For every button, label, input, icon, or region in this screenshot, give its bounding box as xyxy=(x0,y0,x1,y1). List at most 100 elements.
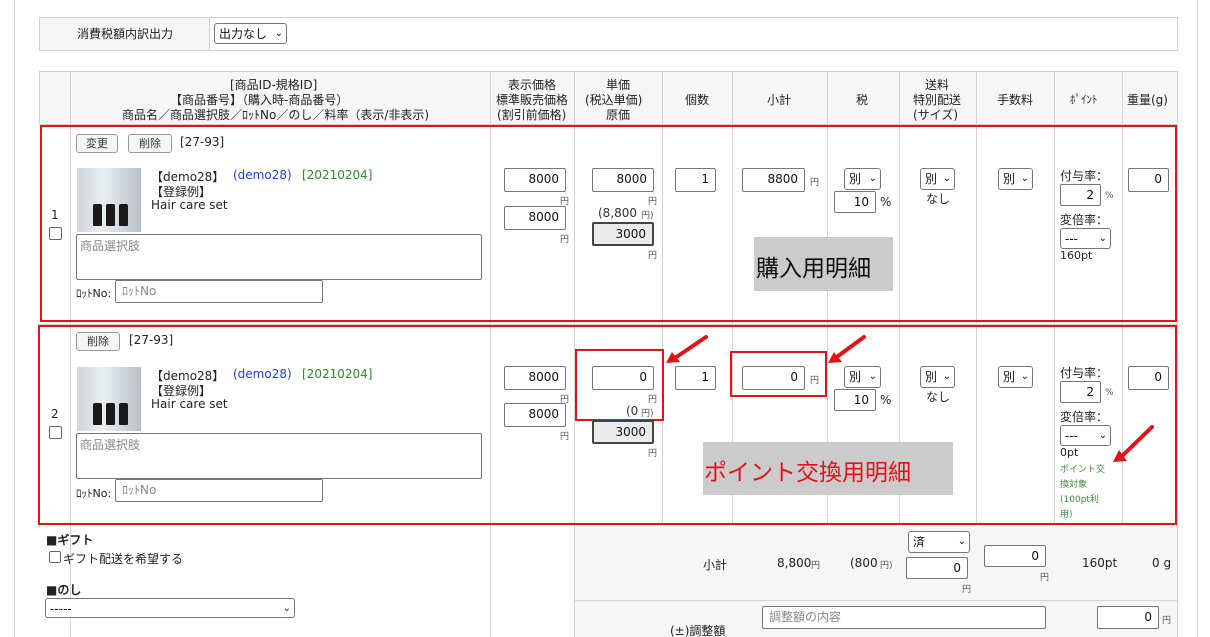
row2-note: 用) xyxy=(1060,510,1073,520)
row2-std-price[interactable]: 8000 xyxy=(504,403,566,427)
arrow-icon xyxy=(828,335,866,363)
row2-qty[interactable]: 1 xyxy=(675,366,716,390)
row2-name: Hair care set xyxy=(151,397,228,411)
row1-ship-select[interactable]: 別 ⌄ xyxy=(920,168,955,190)
row1-grant-pct: % xyxy=(1105,191,1114,201)
row1-code2: (demo28) xyxy=(233,168,292,182)
row2-subtotal[interactable]: 0 xyxy=(742,366,805,390)
tax-breakdown-select[interactable]: 出力なし ⌄ xyxy=(214,23,287,44)
summary-tax: (800 xyxy=(850,556,878,570)
noshi-select-value: ----- xyxy=(50,602,72,616)
row2-yen: 円 xyxy=(648,395,658,405)
summary-ship-input[interactable]: 0 xyxy=(906,557,968,579)
delete-button[interactable]: 削除 xyxy=(128,134,172,153)
chevron-down-icon: ⌄ xyxy=(942,173,951,184)
header-fee: 手数料 xyxy=(997,93,1034,107)
row1-yen: 円 xyxy=(648,251,658,261)
summary-ship-select-value: 済 xyxy=(913,535,926,549)
chevron-down-icon: ⌄ xyxy=(868,173,877,184)
row1-pct: % xyxy=(880,195,892,209)
chevron-down-icon: ⌄ xyxy=(868,371,877,382)
row2-option-textarea[interactable]: 商品選択肢 xyxy=(76,433,482,479)
row2-unit-price[interactable]: 0 xyxy=(592,366,654,390)
row2-weight[interactable]: 0 xyxy=(1128,366,1169,390)
header-subtotal: 小計 xyxy=(767,93,792,107)
gift-heading: ■ギフト xyxy=(46,533,94,547)
page-right-border xyxy=(1197,0,1198,637)
row2-checkbox[interactable] xyxy=(49,426,62,439)
row2-ship-select[interactable]: 別 ⌄ xyxy=(920,366,955,388)
row2-tax-incl: (0 xyxy=(626,404,639,418)
delete-button[interactable]: 削除 xyxy=(76,332,120,351)
row1-subtotal[interactable]: 8800 xyxy=(742,168,805,192)
header-tax: 税 xyxy=(856,93,869,107)
row-divider xyxy=(575,600,1177,601)
row2-tax-incl-yen: 円) xyxy=(641,409,654,419)
row1-lot-input[interactable]: ﾛｯﾄNo xyxy=(115,280,323,303)
row2-note: ポイント交 xyxy=(1060,465,1106,475)
tax-breakdown-label: 消費税額内訳出力 xyxy=(77,27,174,41)
page-left-border xyxy=(14,0,15,637)
gift-checkbox[interactable] xyxy=(49,551,61,563)
adjustment-label: (±)調整額 xyxy=(670,624,726,637)
row1-tax-incl-yen: 円) xyxy=(641,211,654,221)
row2-number: 2 xyxy=(51,407,59,421)
row2-ship-none: なし xyxy=(926,390,951,404)
adjustment-yen: 円 xyxy=(1162,616,1172,626)
row2-tax-select[interactable]: 別 ⌄ xyxy=(844,366,881,388)
chevron-down-icon: ⌄ xyxy=(274,28,283,39)
change-button[interactable]: 変更 xyxy=(76,134,118,153)
arrow-icon xyxy=(666,335,708,363)
row2-display-price[interactable]: 8000 xyxy=(504,366,566,390)
header-size: (サイズ) xyxy=(913,108,959,122)
row1-tax-rate[interactable]: 10 xyxy=(834,191,876,213)
summary-yen: 円 xyxy=(962,585,972,595)
row2-tax-select-value: 別 xyxy=(849,370,862,384)
row1-checkbox[interactable] xyxy=(49,227,62,240)
noshi-heading: ■のし xyxy=(46,583,82,597)
row2-grant-rate[interactable]: 2 xyxy=(1060,381,1101,403)
row1-grant-rate[interactable]: 2 xyxy=(1060,184,1101,206)
summary-fee-input[interactable]: 0 xyxy=(984,545,1046,567)
row2-rate-select[interactable]: --- ⌄ xyxy=(1060,425,1111,446)
row1-cost: 3000 xyxy=(592,222,654,246)
row1-name: Hair care set xyxy=(151,198,228,212)
row1-option-textarea[interactable]: 商品選択肢 xyxy=(76,234,482,280)
row1-fee-select[interactable]: 別 ⌄ xyxy=(998,168,1033,190)
row1-grant-label: 付与率： xyxy=(1060,169,1109,183)
product-thumbnail xyxy=(77,168,141,232)
row1-unit-price[interactable]: 8000 xyxy=(592,168,654,192)
row1-tax-incl: (8,800 xyxy=(598,206,638,220)
row2-lot-label: ﾛｯﾄNo: xyxy=(76,487,112,500)
chevron-down-icon: ⌄ xyxy=(1020,371,1029,382)
row1-yen: 円 xyxy=(560,235,570,245)
header-point: ﾎﾟｲﾝﾄ xyxy=(1070,93,1098,106)
summary-subtotal-label: 小計 xyxy=(703,558,728,572)
row1-weight[interactable]: 0 xyxy=(1128,168,1169,192)
row2-tax-rate[interactable]: 10 xyxy=(834,389,876,411)
row1-rate-select[interactable]: --- ⌄ xyxy=(1060,228,1111,249)
row1-std-price[interactable]: 8000 xyxy=(504,206,566,230)
row2-note: 換対象 xyxy=(1060,480,1088,490)
row1-display-price[interactable]: 8000 xyxy=(504,168,566,192)
noshi-select[interactable]: ----- ⌄ xyxy=(45,598,295,618)
col-divider xyxy=(1177,71,1178,637)
row1-rate-label: 変倍率： xyxy=(1060,213,1109,227)
row1-product-id: [27-93] xyxy=(180,135,225,149)
row1-date: [20210204] xyxy=(302,168,373,182)
adjustment-content-input[interactable]: 調整額の内容 xyxy=(762,606,1046,629)
row2-fee-select[interactable]: 別 ⌄ xyxy=(998,366,1033,388)
row2-product-id: [27-93] xyxy=(129,333,174,347)
row1-rate-select-value: --- xyxy=(1065,232,1078,246)
row2-cost: 3000 xyxy=(592,420,654,444)
purchase-detail-label: 購入用明細 xyxy=(756,256,871,282)
row1-qty[interactable]: 1 xyxy=(675,168,716,192)
adjustment-amount-input[interactable]: 0 xyxy=(1097,606,1159,629)
tax-breakdown-value-cell xyxy=(209,17,1178,51)
summary-ship-select[interactable]: 済 ⌄ xyxy=(908,531,970,553)
row2-lot-input[interactable]: ﾛｯﾄNo xyxy=(115,479,323,502)
row2-date: [20210204] xyxy=(302,367,373,381)
header-qty: 個数 xyxy=(685,93,710,107)
row1-tax-select[interactable]: 別 ⌄ xyxy=(844,168,881,190)
row2-rate-label: 変倍率： xyxy=(1060,410,1109,424)
